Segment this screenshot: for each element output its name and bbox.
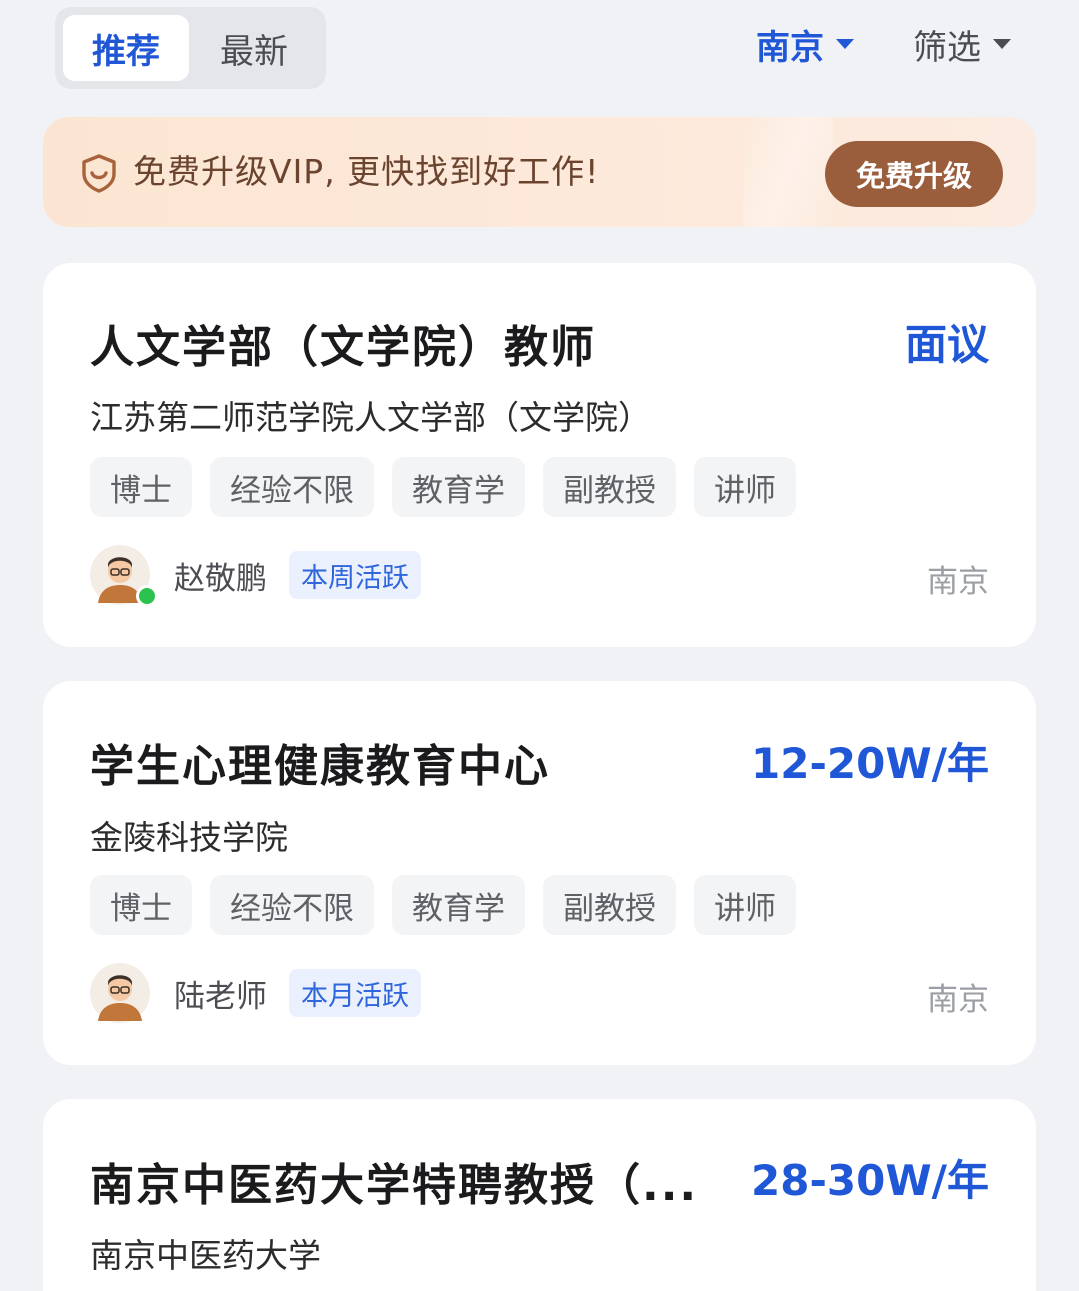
tag-title: 讲师 (694, 875, 796, 935)
avatar (90, 545, 158, 607)
job-card[interactable]: 南京中医药大学特聘教授（... 28-30W/年 南京中医药大学 (43, 1099, 1036, 1291)
tag-degree: 博士 (90, 875, 192, 935)
caret-down-icon (993, 39, 1011, 49)
city-label: 南京 (756, 27, 824, 68)
job-title: 人文学部（文学院）教师 (90, 322, 596, 373)
avatar (90, 963, 150, 1023)
tab-latest[interactable]: 最新 (191, 15, 317, 81)
job-salary: 12-20W/年 (751, 739, 989, 788)
recruiter-row: 赵敬鹏 本周活跃 (90, 545, 421, 607)
recruiter-avatar-icon (90, 963, 150, 1023)
vip-banner[interactable]: 免费升级VIP, 更快找到好工作! 免费升级 (43, 117, 1036, 227)
city-dropdown[interactable]: 南京 (756, 16, 854, 72)
company-name: 南京中医药大学 (90, 1236, 321, 1275)
tag-title: 副教授 (543, 875, 676, 935)
shield-smile-icon (82, 154, 116, 193)
feed-tab-switch: 推荐 最新 (55, 7, 326, 89)
job-title: 南京中医药大学特聘教授（... (90, 1160, 699, 1211)
tag-field: 教育学 (392, 457, 525, 517)
job-card[interactable]: 学生心理健康教育中心 12-20W/年 金陵科技学院 博士 经验不限 教育学 副… (43, 681, 1036, 1065)
job-tags: 博士 经验不限 教育学 副教授 讲师 (90, 875, 796, 935)
company-name: 金陵科技学院 (90, 818, 288, 857)
recruiter-row: 陆老师 本月活跃 (90, 963, 421, 1023)
company-name: 江苏第二师范学院人文学部（文学院） (90, 398, 651, 437)
tag-title: 副教授 (543, 457, 676, 517)
job-salary: 面议 (904, 320, 989, 369)
job-tags: 博士 经验不限 教育学 副教授 讲师 (90, 457, 796, 517)
tab-recommend[interactable]: 推荐 (63, 15, 189, 81)
tag-degree: 博士 (90, 457, 192, 517)
recruiter-name: 赵敬鹏 (174, 560, 267, 597)
tag-experience: 经验不限 (210, 457, 374, 517)
job-list-page: 推荐 最新 南京 筛选 免费升级VIP, 更快找到好工作! 免费升级 人文学部（… (0, 0, 1079, 1291)
tag-title: 讲师 (694, 457, 796, 517)
upgrade-button[interactable]: 免费升级 (825, 141, 1003, 207)
recruiter-name: 陆老师 (174, 978, 267, 1015)
job-salary: 28-30W/年 (751, 1156, 989, 1205)
job-location: 南京 (927, 564, 989, 600)
job-location: 南京 (927, 982, 989, 1018)
filter-label: 筛选 (913, 27, 981, 68)
filter-dropdown[interactable]: 筛选 (913, 16, 1011, 72)
tag-experience: 经验不限 (210, 875, 374, 935)
online-indicator (136, 585, 158, 607)
activity-badge: 本月活跃 (289, 969, 421, 1017)
caret-down-icon (836, 39, 854, 49)
tag-field: 教育学 (392, 875, 525, 935)
job-title: 学生心理健康教育中心 (90, 741, 550, 792)
activity-badge: 本周活跃 (289, 551, 421, 599)
job-card[interactable]: 人文学部（文学院）教师 面议 江苏第二师范学院人文学部（文学院） 博士 经验不限… (43, 263, 1036, 647)
vip-promo-text: 免费升级VIP, 更快找到好工作! (133, 152, 600, 191)
